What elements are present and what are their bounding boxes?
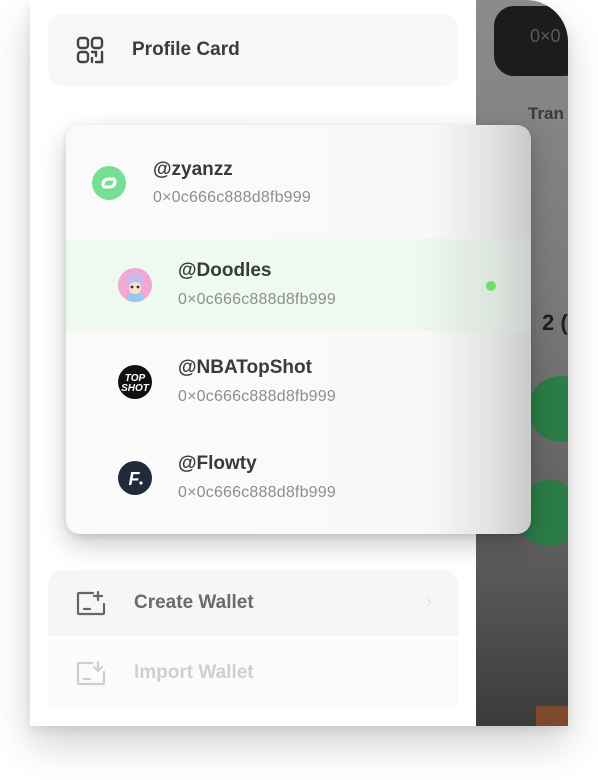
account-handle: @Doodles	[178, 260, 272, 281]
account-item-zyanzz[interactable]: @zyanzz 0×0c666c888d8fb999	[66, 125, 531, 217]
background-count-text: 2 (	[542, 310, 568, 335]
account-address: 0×0c666c888d8fb999	[178, 388, 336, 405]
account-address: 0×0c666c888d8fb999	[178, 484, 336, 501]
account-item-nbatopshot[interactable]: TOP SHOT @NBATopShot 0×0c666c888d8fb999	[66, 337, 531, 429]
background-image-tile	[536, 706, 568, 726]
account-handle: @zyanzz	[153, 159, 233, 180]
chevron-right-icon: ›	[425, 591, 432, 613]
account-item-flowty[interactable]: F @Flowty 0×0c666c888d8fb999	[66, 433, 531, 525]
account-address: 0×0c666c888d8fb999	[178, 291, 336, 308]
active-account-indicator	[486, 281, 496, 291]
import-wallet-button[interactable]: Import Wallet	[48, 640, 458, 706]
doodles-avatar-icon	[118, 268, 152, 302]
qr-code-icon	[76, 36, 104, 64]
svg-text:F: F	[129, 469, 141, 489]
account-item-doodles[interactable]: @Doodles 0×0c666c888d8fb999	[66, 239, 531, 331]
flow-logo-icon	[92, 166, 126, 200]
profile-card-label: Profile Card	[132, 39, 240, 60]
flowty-logo-icon: F	[118, 461, 152, 495]
topshot-logo-icon: TOP SHOT	[118, 365, 152, 399]
background-header-text: 0×0	[530, 26, 561, 46]
profile-card-button[interactable]: Profile Card	[48, 14, 458, 86]
import-wallet-label: Import Wallet	[134, 662, 254, 683]
background-header-card: 0×0	[494, 6, 568, 76]
background-flow-icon	[528, 376, 568, 442]
background-tran-text: Tran	[528, 104, 564, 123]
account-address: 0×0c666c888d8fb999	[153, 189, 311, 206]
svg-text:SHOT: SHOT	[121, 383, 150, 394]
account-handle: @NBATopShot	[178, 357, 312, 378]
create-wallet-button[interactable]: Create Wallet ›	[48, 570, 458, 636]
import-wallet-icon	[76, 660, 106, 686]
add-wallet-icon	[76, 590, 106, 616]
account-handle: @Flowty	[178, 453, 257, 474]
create-wallet-label: Create Wallet	[134, 592, 254, 613]
account-switcher-popup: @zyanzz 0×0c666c888d8fb999 @Doodles 0×0c…	[66, 125, 531, 534]
